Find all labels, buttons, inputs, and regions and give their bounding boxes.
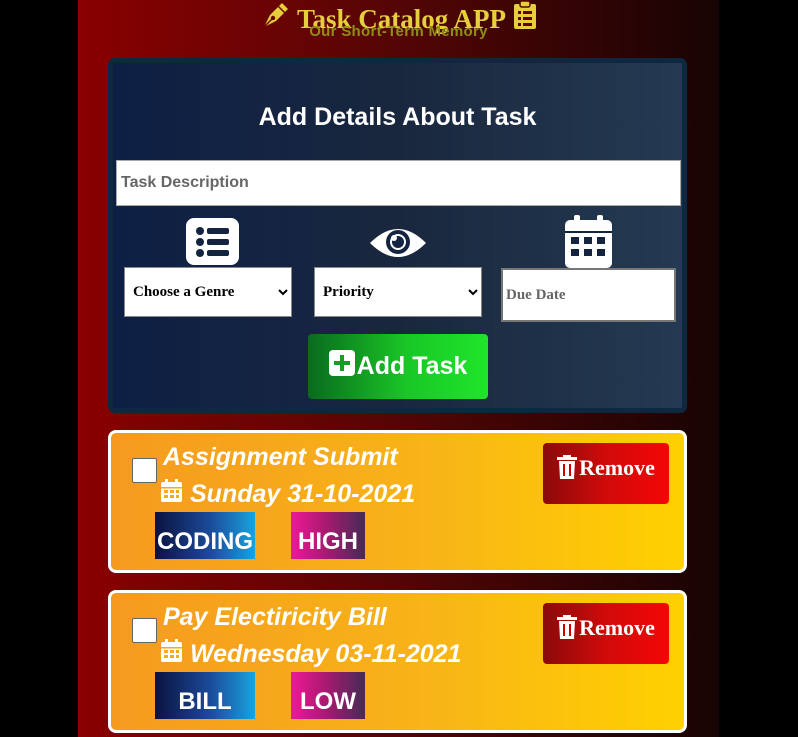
task-due-text: Wednesday 03-11-2021 (190, 639, 462, 668)
genre-select[interactable]: Choose a Genre (124, 267, 292, 317)
task-complete-checkbox[interactable] (132, 458, 157, 483)
calendar-icon (565, 215, 612, 273)
eye-icon (368, 223, 428, 268)
calendar-icon (161, 479, 182, 509)
list-icon (186, 218, 239, 270)
task-card: Assignment Submit Sunday 31-10-2021 CODI… (108, 430, 687, 573)
task-description-input[interactable] (116, 160, 681, 206)
trash-icon (557, 615, 578, 645)
add-task-button[interactable]: Add Task (308, 334, 488, 399)
plus-square-icon (328, 350, 355, 383)
task-due-date: Sunday 31-10-2021 (161, 479, 415, 509)
task-due-text: Sunday 31-10-2021 (190, 479, 416, 508)
genre-badge: CODING (155, 512, 255, 559)
form-heading: Add Details About Task (258, 103, 537, 131)
add-task-form: Add Details About Task Choose a Genre (108, 58, 687, 413)
due-date-input[interactable] (501, 268, 676, 322)
remove-label: Remove (579, 455, 655, 480)
priority-select[interactable]: Priority (314, 267, 482, 317)
genre-badge: BILL (155, 672, 255, 719)
app-subtitle: Our Short-Term Memory (309, 23, 488, 40)
task-card: Pay Electiricity Bill Wednesday 03-11-20… (108, 590, 687, 733)
remove-task-button[interactable]: Remove (543, 443, 669, 504)
remove-label: Remove (579, 615, 655, 640)
task-title: Assignment Submit (163, 443, 398, 471)
priority-badge: HIGH (291, 512, 365, 559)
task-due-date: Wednesday 03-11-2021 (161, 639, 461, 669)
priority-badge: LOW (291, 672, 365, 719)
trash-icon (557, 455, 578, 485)
calendar-icon (161, 639, 182, 669)
app-container: Task Catalog APP Our Short-Term Memory A… (78, 0, 719, 737)
app-header: Task Catalog APP Our Short-Term Memory (78, 0, 719, 50)
add-task-label: Add Task (356, 352, 468, 380)
remove-task-button[interactable]: Remove (543, 603, 669, 664)
task-title: Pay Electiricity Bill (163, 603, 387, 631)
task-complete-checkbox[interactable] (132, 618, 157, 643)
